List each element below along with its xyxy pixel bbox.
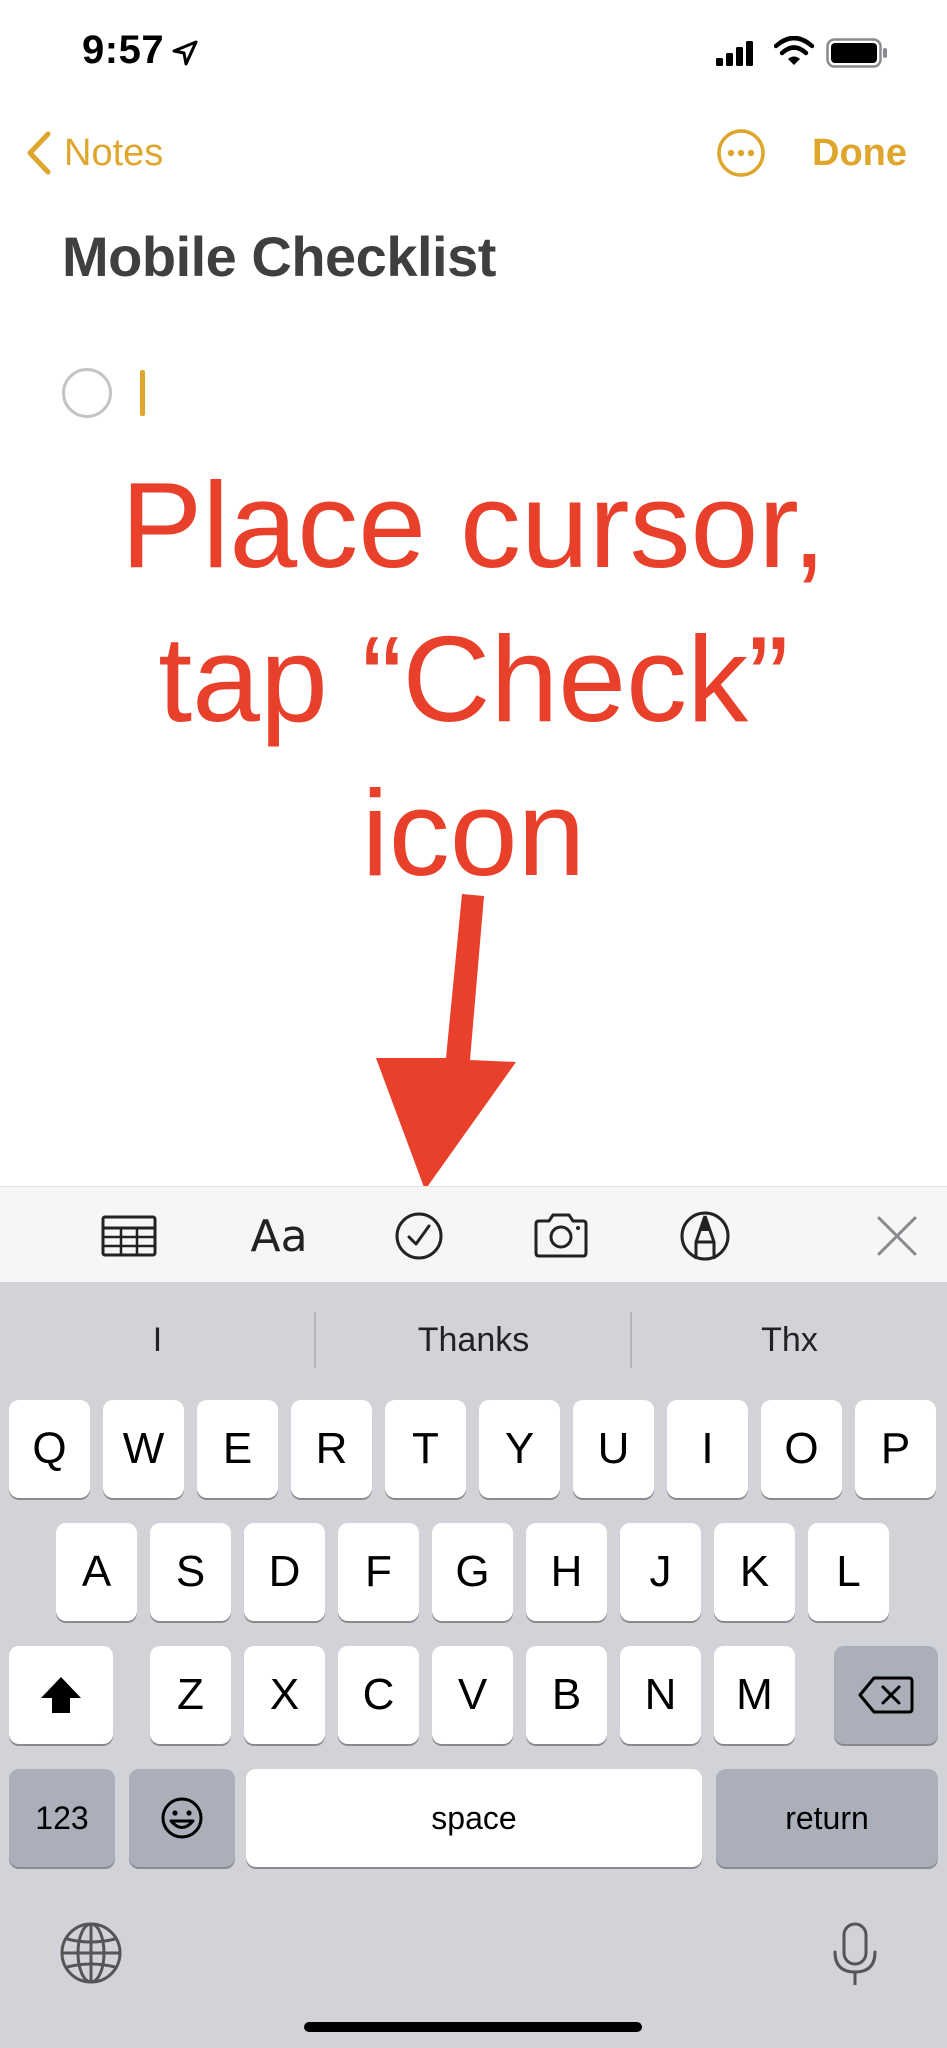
key-r[interactable]: R	[291, 1400, 372, 1498]
key-f[interactable]: F	[338, 1523, 419, 1621]
annotation-line: icon	[361, 765, 586, 901]
text-format-button[interactable]: Aa	[246, 1205, 312, 1267]
note-title[interactable]: Mobile Checklist	[62, 224, 496, 289]
status-bar: 9:57	[0, 0, 947, 110]
suggestion-item[interactable]: Thanks	[316, 1282, 631, 1398]
checklist-circle-icon[interactable]	[62, 368, 112, 418]
key-z[interactable]: Z	[150, 1646, 231, 1744]
markup-button[interactable]	[674, 1205, 736, 1267]
checklist-icon	[395, 1212, 443, 1260]
chevron-left-icon	[27, 131, 51, 175]
globe-icon[interactable]	[58, 1920, 124, 1986]
key-u[interactable]: U	[573, 1400, 654, 1498]
emoji-key[interactable]	[129, 1769, 235, 1867]
annotation-text: Place cursor, tap “Check” icon	[0, 448, 947, 910]
return-key-label: return	[785, 1799, 869, 1836]
key-v[interactable]: V	[432, 1646, 513, 1744]
key-j[interactable]: J	[620, 1523, 701, 1621]
numbers-key[interactable]: 123	[9, 1769, 115, 1867]
key-o[interactable]: O	[761, 1400, 842, 1498]
suggestion-item[interactable]: I	[0, 1282, 315, 1398]
key-i[interactable]: I	[667, 1400, 748, 1498]
key-w[interactable]: W	[103, 1400, 184, 1498]
close-toolbar-button[interactable]	[866, 1205, 928, 1267]
text-format-label: Aa	[250, 1210, 308, 1262]
checklist-button[interactable]	[388, 1205, 450, 1267]
key-g[interactable]: G	[432, 1523, 513, 1621]
key-c[interactable]: C	[338, 1646, 419, 1744]
shift-icon	[41, 1677, 81, 1713]
space-key[interactable]: space	[246, 1769, 702, 1867]
key-e[interactable]: E	[197, 1400, 278, 1498]
annotation-line: tap “Check”	[158, 611, 789, 747]
wifi-icon	[774, 36, 814, 65]
space-key-label: space	[431, 1799, 517, 1836]
key-k[interactable]: K	[714, 1523, 795, 1621]
key-b[interactable]: B	[526, 1646, 607, 1744]
more-options-icon[interactable]	[716, 128, 766, 178]
suggestion-item[interactable]: Thx	[632, 1282, 947, 1398]
delete-key[interactable]	[834, 1646, 938, 1744]
keyboard: I Thanks Thx Q W E R T Y U I O P A S D F…	[0, 1282, 947, 2048]
key-q[interactable]: Q	[9, 1400, 90, 1498]
key-l[interactable]: L	[808, 1523, 889, 1621]
key-t[interactable]: T	[385, 1400, 466, 1498]
key-m[interactable]: M	[714, 1646, 795, 1744]
key-d[interactable]: D	[244, 1523, 325, 1621]
battery-icon	[826, 38, 887, 68]
emoji-icon	[161, 1797, 203, 1839]
cellular-signal-icon	[716, 41, 753, 66]
home-indicator	[304, 2022, 642, 2032]
key-p[interactable]: P	[855, 1400, 936, 1498]
annotation-arrow-icon	[376, 894, 516, 1190]
format-toolbar: Aa	[0, 1186, 947, 1282]
markup-icon	[680, 1211, 730, 1261]
back-button-label: Notes	[64, 131, 164, 174]
numbers-key-label: 123	[35, 1799, 89, 1836]
camera-button[interactable]	[530, 1205, 592, 1267]
done-button[interactable]: Done	[812, 128, 907, 178]
annotation-line: Place cursor,	[120, 457, 827, 593]
key-h[interactable]: H	[526, 1523, 607, 1621]
microphone-icon[interactable]	[830, 1922, 880, 1988]
backspace-icon	[858, 1676, 914, 1714]
key-y[interactable]: Y	[479, 1400, 560, 1498]
key-n[interactable]: N	[620, 1646, 701, 1744]
shift-key[interactable]	[9, 1646, 113, 1744]
return-key[interactable]: return	[716, 1769, 938, 1867]
suggestion-bar: I Thanks Thx	[0, 1282, 947, 1398]
camera-icon	[534, 1213, 588, 1258]
location-arrow-icon	[172, 40, 198, 66]
checklist-item[interactable]	[62, 368, 662, 418]
key-x[interactable]: X	[244, 1646, 325, 1744]
key-s[interactable]: S	[150, 1523, 231, 1621]
back-button[interactable]: Notes	[24, 128, 163, 178]
text-cursor	[140, 370, 145, 416]
status-time: 9:57	[82, 28, 165, 72]
key-a[interactable]: A	[56, 1523, 137, 1621]
table-icon	[101, 1215, 157, 1257]
table-button[interactable]	[98, 1205, 160, 1267]
close-icon	[877, 1216, 917, 1256]
